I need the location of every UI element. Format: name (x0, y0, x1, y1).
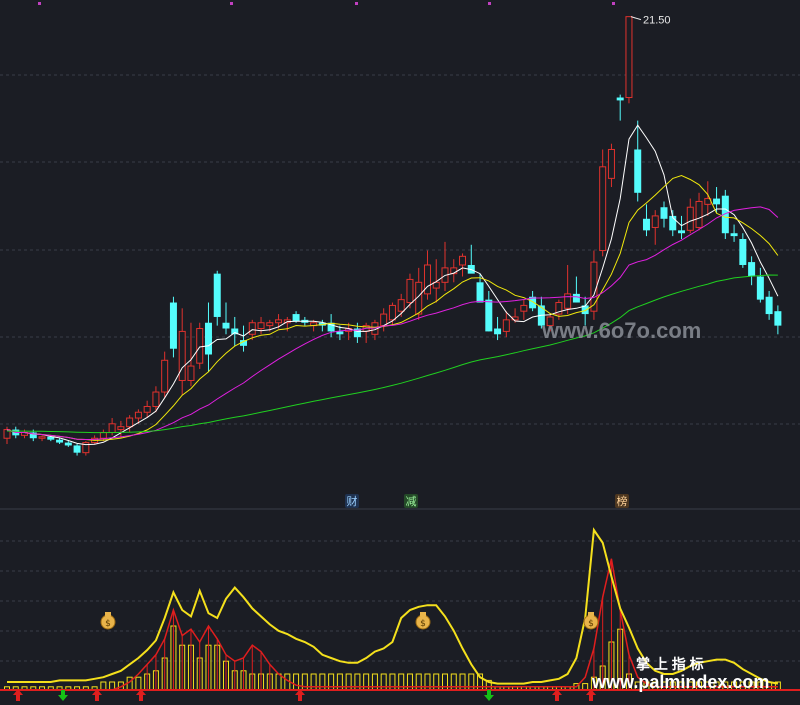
candle-body (397, 299, 405, 312)
watermark-site-1: www.6o7o.com (541, 318, 701, 343)
money-bag-neck (588, 612, 594, 616)
candle-body (459, 255, 467, 266)
candle-body (248, 322, 256, 335)
candle-body (713, 198, 721, 205)
candle-body (625, 16, 633, 99)
candle-body (406, 278, 414, 304)
candle-body (213, 273, 221, 317)
candle-body (275, 319, 283, 324)
candle-body (642, 218, 650, 231)
candle-body (765, 296, 773, 315)
candle-body (169, 302, 177, 349)
badge-label: 榜 (617, 494, 628, 508)
candle-body (748, 262, 756, 277)
candle-body (686, 206, 694, 231)
money-bag-glyph: $ (588, 619, 594, 629)
candle-body (651, 215, 659, 228)
candle-body (108, 423, 116, 433)
top-marker (488, 2, 491, 5)
money-bag-neck (420, 612, 426, 616)
badge-label: 财 (347, 494, 358, 508)
chart-canvas: 21.50 财 减 榜 $ $ $ www.6o7o.com 掌 上 指 标 www.p… (0, 0, 800, 705)
candle-body (134, 411, 142, 419)
candle-body (126, 417, 134, 428)
candle-body (695, 200, 703, 228)
watermark-site-2: www.palmindex.com (591, 672, 769, 692)
candle-body (380, 313, 388, 327)
candle-body (774, 311, 782, 326)
candle-body (292, 314, 300, 322)
candle-body (423, 264, 431, 295)
top-marker (355, 2, 358, 5)
candle-body (739, 239, 747, 265)
badge: 财 (345, 494, 359, 508)
badge: 减 (404, 494, 418, 508)
candle-body (187, 365, 195, 381)
candle-body (502, 319, 510, 332)
candle-body (152, 391, 160, 407)
top-marker (230, 2, 233, 5)
money-bag-glyph: $ (420, 619, 426, 629)
candle-body (56, 439, 64, 443)
candle-body (678, 230, 686, 234)
candle-body (476, 282, 484, 303)
candle-body (117, 426, 125, 431)
candle-body (520, 304, 528, 312)
watermark-cn-label: 掌 上 指 标 (636, 656, 704, 672)
candle-body (634, 149, 642, 193)
money-bag-glyph: $ (105, 619, 111, 629)
candle-body (196, 328, 204, 364)
peak-price-text: 21.50 (643, 15, 671, 27)
candle-body (388, 304, 396, 321)
candle-body (494, 328, 502, 335)
candle-body (616, 97, 624, 101)
money-bag-neck (105, 612, 111, 616)
candle-body (161, 359, 169, 393)
chart-background (0, 0, 800, 705)
candle-body (99, 431, 107, 439)
candle-body (660, 207, 668, 219)
candle-body (178, 330, 186, 381)
candle-body (38, 436, 46, 439)
candle-body (564, 293, 572, 309)
candle-body (485, 299, 493, 332)
candle-body (572, 293, 580, 303)
badge: 榜 (615, 494, 629, 508)
candle-body (756, 276, 764, 300)
candle-body (730, 233, 738, 237)
top-marker (612, 2, 615, 5)
candle-body (73, 445, 81, 453)
top-marker (38, 2, 41, 5)
candle-body (222, 322, 230, 329)
candle-body (204, 322, 212, 355)
badge-label: 减 (406, 495, 417, 508)
candle-body (64, 442, 72, 446)
candle-body (257, 322, 265, 330)
candle-body (143, 405, 151, 413)
candle-body (599, 166, 607, 252)
candle-body (607, 148, 615, 179)
candle-body (266, 322, 274, 327)
